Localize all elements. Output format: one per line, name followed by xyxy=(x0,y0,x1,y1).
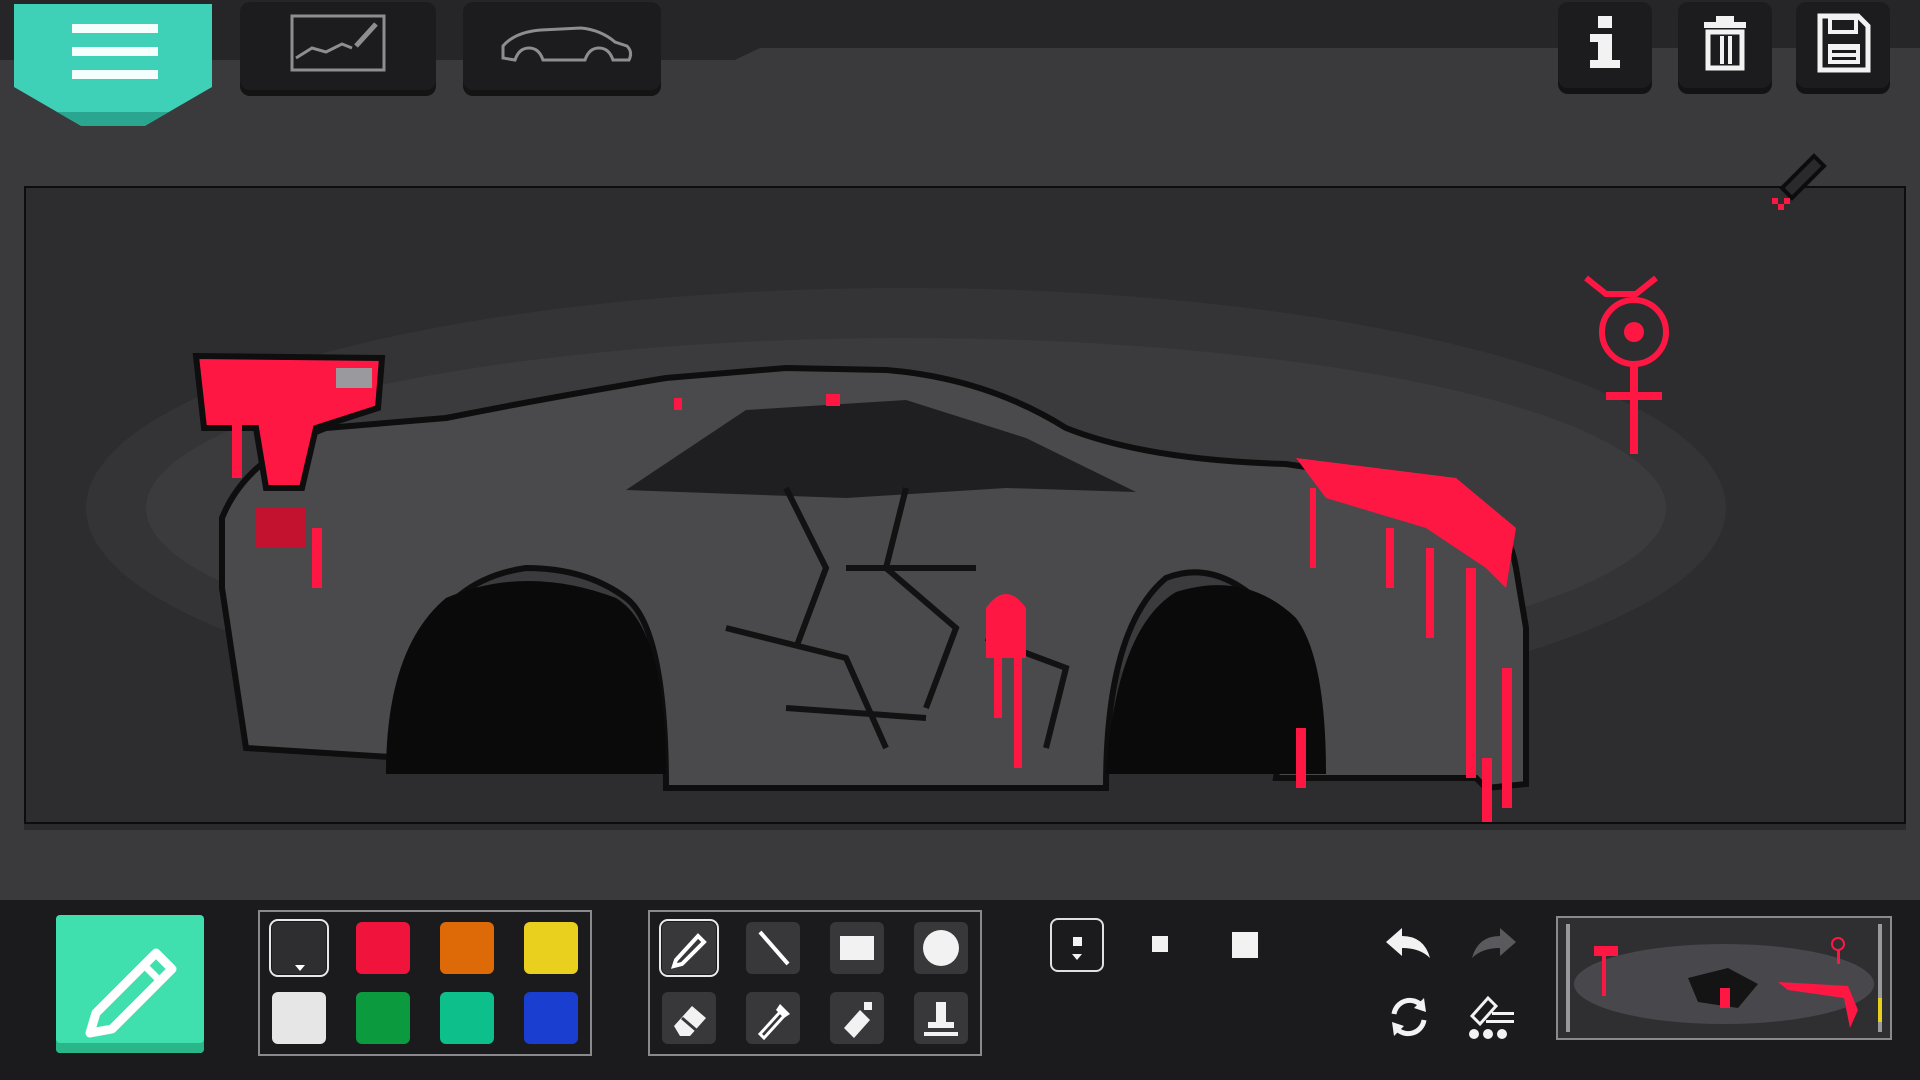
tool-pencil[interactable] xyxy=(659,919,719,977)
stamp-icon xyxy=(924,1002,958,1036)
info-button[interactable] xyxy=(1558,2,1652,88)
canvas-draw-icon xyxy=(290,14,386,72)
brush-settings-icon[interactable] xyxy=(1464,990,1520,1042)
pencil-icon xyxy=(670,933,707,969)
redo-icon xyxy=(1472,928,1516,958)
tab-car-outline[interactable] xyxy=(463,2,661,90)
swatch-teal[interactable] xyxy=(440,992,494,1044)
tool-eyedropper[interactable] xyxy=(746,992,800,1044)
tool-rectangle[interactable] xyxy=(830,922,884,974)
pencil-icon xyxy=(85,948,177,1038)
trash-icon xyxy=(1704,16,1746,71)
preview-artwork xyxy=(1566,924,1882,1032)
hamburger-icon xyxy=(72,24,158,80)
refresh-icon[interactable] xyxy=(1384,992,1434,1042)
save-button[interactable] xyxy=(1796,2,1890,88)
tool-spray-can[interactable] xyxy=(830,992,884,1044)
tool-line[interactable] xyxy=(746,922,800,974)
swatch-dark-gray[interactable] xyxy=(269,919,329,977)
swatch-yellow[interactable] xyxy=(524,922,578,974)
eraser-icon xyxy=(674,1006,706,1036)
undo-icon[interactable] xyxy=(1380,922,1436,968)
rectangle-icon xyxy=(840,936,874,960)
swatch-light-gray[interactable] xyxy=(272,992,326,1044)
drawing-canvas[interactable] xyxy=(24,186,1906,824)
brush-size-small[interactable] xyxy=(1050,918,1104,972)
info-icon xyxy=(1590,16,1620,68)
color-palette xyxy=(258,910,592,1056)
save-icon xyxy=(1817,13,1871,73)
swatch-blue[interactable] xyxy=(524,992,578,1044)
brush-size-medium[interactable] xyxy=(1150,934,1170,954)
swatch-orange[interactable] xyxy=(440,922,494,974)
size-small-icon xyxy=(1072,937,1082,960)
car-outline-icon xyxy=(501,26,633,62)
pencil-cursor-icon xyxy=(1772,153,1827,210)
tab-canvas-draw[interactable] xyxy=(240,2,436,90)
tool-eraser[interactable] xyxy=(662,992,716,1044)
tool-picker xyxy=(648,910,982,1056)
tool-circle[interactable] xyxy=(914,922,968,974)
swatch-green[interactable] xyxy=(356,992,410,1044)
spray-can-icon xyxy=(844,1002,872,1038)
eyedropper-icon xyxy=(757,1004,790,1041)
canvas-preview-thumbnail[interactable] xyxy=(1556,916,1892,1040)
current-tool-button[interactable] xyxy=(56,915,204,1053)
brush-size-large[interactable] xyxy=(1230,930,1260,960)
trash-button[interactable] xyxy=(1678,2,1772,88)
swatch-red[interactable] xyxy=(356,922,410,974)
circle-icon xyxy=(923,930,959,966)
tool-stamp[interactable] xyxy=(914,992,968,1044)
car-artwork xyxy=(86,275,1726,822)
line-icon xyxy=(758,930,790,966)
